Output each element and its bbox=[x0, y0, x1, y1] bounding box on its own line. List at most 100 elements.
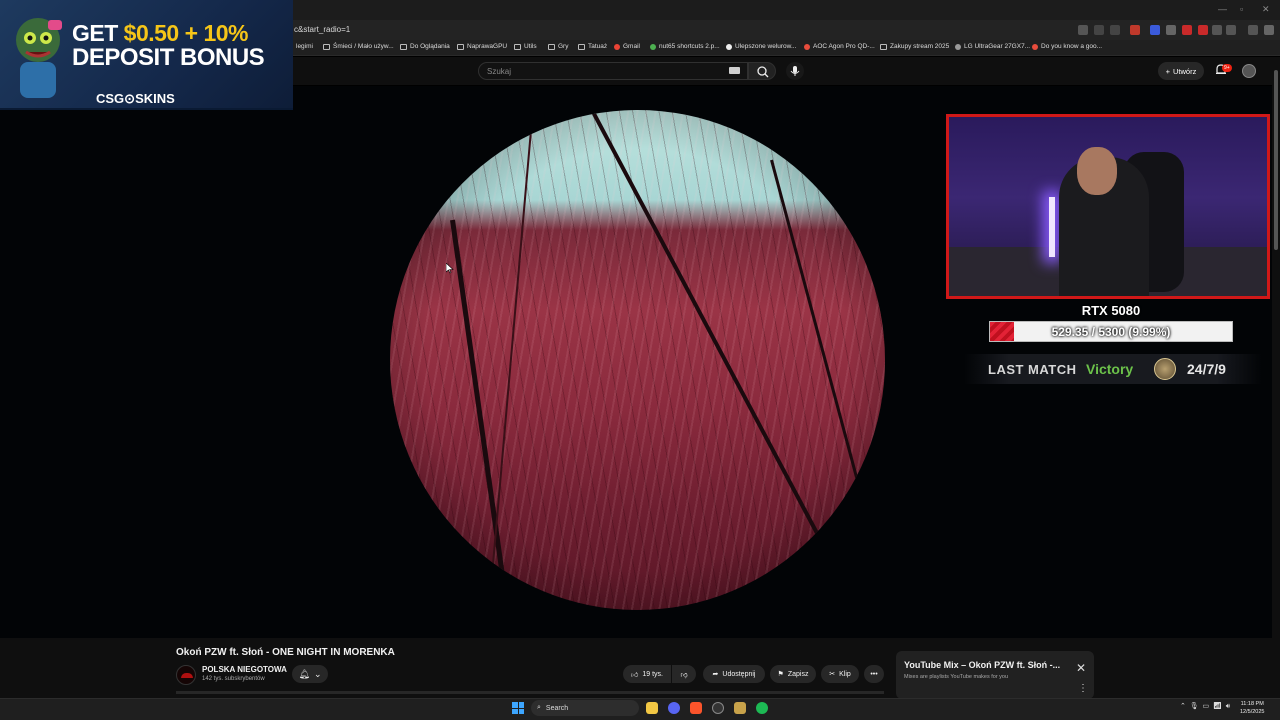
grass-texture bbox=[390, 110, 885, 610]
folder-icon bbox=[400, 43, 407, 50]
ad-character-image bbox=[8, 10, 68, 100]
share-button[interactable]: ➦ Udostępnij bbox=[703, 665, 765, 683]
league-client-icon[interactable] bbox=[734, 702, 746, 714]
keyboard-icon[interactable] bbox=[729, 67, 740, 74]
taskbar-clock[interactable]: 11:18 PM 12/5/2025 bbox=[1240, 700, 1264, 716]
folder-icon bbox=[548, 43, 555, 50]
bookmark[interactable]: AOC Agon Pro QD-... bbox=[804, 43, 875, 50]
bookmark[interactable]: Ulepszone welurow... bbox=[726, 43, 796, 50]
obs-icon[interactable] bbox=[712, 702, 724, 714]
bookmark[interactable]: legimi bbox=[296, 43, 313, 50]
site-icon bbox=[1032, 43, 1038, 50]
wallet-icon[interactable] bbox=[1248, 25, 1258, 35]
rank-badge-icon bbox=[1154, 358, 1176, 380]
subscription-bell-button[interactable]: 🔔︎ ⌄ bbox=[292, 665, 328, 683]
bookmark-label: Tatuaż bbox=[588, 43, 608, 50]
windows-start-icon[interactable] bbox=[512, 702, 524, 714]
notification-badge: 9+ bbox=[1222, 64, 1232, 72]
user-avatar[interactable] bbox=[1242, 64, 1256, 78]
save-button[interactable]: ⚑ Zapisz bbox=[770, 665, 816, 683]
clip-button[interactable]: ✂ Klip bbox=[821, 665, 859, 683]
bookmark[interactable]: Śmieci / Mało używ... bbox=[323, 43, 394, 50]
bookmark[interactable]: Zakupy stream 2025 bbox=[880, 43, 949, 50]
search-input[interactable]: Szukaj bbox=[478, 62, 748, 80]
bookmark[interactable]: LG UltraGear 27GX7... bbox=[955, 43, 1030, 50]
description-box-edge bbox=[176, 691, 884, 694]
bookmark-label: Gry bbox=[558, 43, 569, 50]
bookmark[interactable]: Utils bbox=[514, 43, 537, 50]
bookmark-icon: ⚑ bbox=[777, 671, 784, 678]
mix-title[interactable]: YouTube Mix – Okoń PZW ft. Słoń -... bbox=[904, 660, 1060, 670]
bookmark[interactable]: Tatuaż bbox=[578, 43, 607, 50]
last-match-label: LAST MATCH bbox=[988, 362, 1077, 377]
drive-icon bbox=[650, 43, 656, 50]
url-text[interactable]: c&start_radio=1 bbox=[294, 25, 350, 34]
extension-icon[interactable] bbox=[1150, 25, 1160, 35]
minimize-icon[interactable]: — bbox=[1218, 4, 1227, 14]
bookmark-label: nut65 shortcuts 2.p... bbox=[659, 43, 720, 50]
translate-icon[interactable] bbox=[1094, 25, 1104, 35]
channel-name[interactable]: POLSKA NIEGOTOWA bbox=[202, 665, 287, 674]
light-bar bbox=[1049, 197, 1055, 257]
share-page-icon[interactable] bbox=[1110, 25, 1120, 35]
folder-icon bbox=[457, 43, 464, 50]
channel-avatar[interactable] bbox=[176, 665, 196, 685]
bookmark-label: LG UltraGear 27GX7... bbox=[964, 43, 1031, 50]
cursor-arrow-icon bbox=[446, 263, 454, 274]
bookmark[interactable]: Gry bbox=[548, 43, 568, 50]
more-actions-button[interactable]: ••• bbox=[864, 665, 884, 683]
video-title: Okoń PZW ft. Słoń - ONE NIGHT IN MORENKA bbox=[176, 647, 395, 658]
system-tray[interactable]: ⌃ 🎙︎ ▭ 📶︎ 🔊︎ bbox=[1180, 702, 1230, 711]
extension-icon[interactable] bbox=[1198, 25, 1208, 35]
spotify-icon[interactable] bbox=[756, 702, 768, 714]
mic-button[interactable] bbox=[786, 62, 804, 80]
sidebar-icon[interactable] bbox=[1226, 25, 1236, 35]
create-button[interactable]: + Utwórz bbox=[1158, 62, 1204, 80]
clip-label: Klip bbox=[839, 670, 851, 678]
share-icon: ➦ bbox=[712, 671, 719, 678]
ad-bonus-amount: $0.50 + 10% bbox=[123, 20, 249, 46]
save-label: Zapisz bbox=[787, 670, 809, 678]
extensions-puzzle-icon[interactable] bbox=[1212, 25, 1222, 35]
brave-browser-icon[interactable] bbox=[690, 702, 702, 714]
extension-icon[interactable] bbox=[1182, 25, 1192, 35]
brave-shield-icon[interactable] bbox=[1130, 25, 1140, 35]
file-explorer-icon[interactable] bbox=[646, 702, 658, 714]
close-icon[interactable]: ✕ bbox=[1076, 661, 1086, 675]
share-label: Udostępnij bbox=[722, 670, 756, 678]
search-placeholder: Szukaj bbox=[487, 67, 512, 76]
folder-icon bbox=[578, 43, 585, 50]
subscriber-count: 142 tys. subskrybentów bbox=[202, 676, 265, 682]
scrollbar-thumb[interactable] bbox=[1274, 70, 1278, 250]
csgo-skins-ad[interactable]: GET $0.50 + 10% DEPOSIT BONUS CSG⊙SKINS bbox=[0, 0, 293, 110]
youtube-mix-card[interactable]: YouTube Mix – Okoń PZW ft. Słoń -... Mix… bbox=[896, 651, 1094, 699]
bookmark[interactable]: Do you know a goo... bbox=[1032, 43, 1102, 50]
site-icon bbox=[726, 43, 732, 50]
bookmark[interactable]: Gmail bbox=[614, 43, 640, 50]
maximize-icon[interactable]: ▫ bbox=[1240, 4, 1243, 14]
close-window-icon[interactable]: ✕ bbox=[1262, 4, 1270, 15]
taskbar-search-label: Search bbox=[545, 704, 569, 712]
discord-icon[interactable] bbox=[668, 702, 680, 714]
menu-icon[interactable] bbox=[1264, 25, 1274, 35]
bell-icon: 🔔︎ bbox=[298, 668, 310, 679]
plus-icon: + bbox=[1165, 66, 1171, 76]
extension-icon[interactable] bbox=[1166, 25, 1176, 35]
webcam-feed bbox=[946, 114, 1270, 299]
search-button[interactable] bbox=[748, 62, 776, 80]
bookmark-label: Utils bbox=[524, 43, 537, 50]
bookmark[interactable]: nut65 shortcuts 2.p... bbox=[650, 43, 720, 50]
bookmark[interactable]: Do Oglądania bbox=[400, 43, 450, 50]
windows-taskbar bbox=[0, 698, 1280, 720]
bookmark[interactable]: NaprawaGPU bbox=[457, 43, 507, 50]
cast-icon[interactable] bbox=[1078, 25, 1088, 35]
kebab-menu-icon[interactable]: ⋮ bbox=[1078, 683, 1088, 694]
folder-icon bbox=[880, 43, 887, 50]
bookmark-label: Śmieci / Mało używ... bbox=[333, 43, 394, 50]
taskbar-search[interactable]: ⌕ Search bbox=[531, 700, 639, 716]
more-icon: ••• bbox=[870, 670, 878, 678]
dislike-button[interactable]: 👎︎ bbox=[672, 665, 696, 683]
bookmark-label: Zakupy stream 2025 bbox=[890, 43, 950, 50]
like-button[interactable]: 👍︎ 19 tys. bbox=[623, 665, 671, 683]
folder-icon bbox=[323, 43, 330, 50]
